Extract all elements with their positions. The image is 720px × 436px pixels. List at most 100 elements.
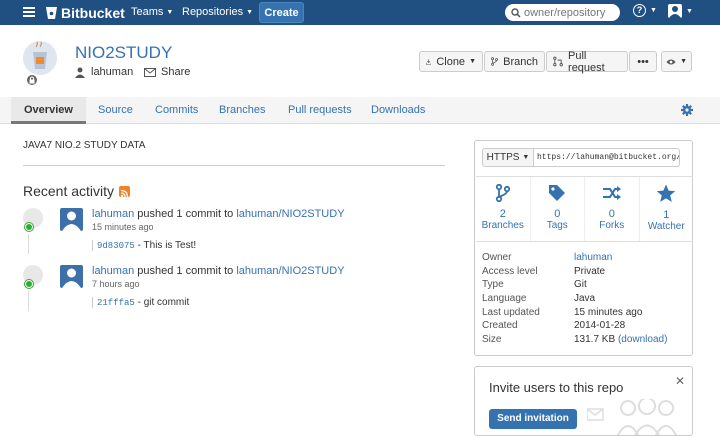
recent-activity-title: Recent activity [23, 183, 115, 199]
meta-row: Size 131.7 KB (download) [482, 334, 687, 348]
chevron-down-icon: ▼ [650, 7, 657, 14]
pull-request-button[interactable]: Pull request [546, 49, 628, 74]
search-icon [511, 7, 521, 18]
clone-url-input[interactable] [534, 148, 680, 167]
bitbucket-logo-icon [46, 6, 57, 19]
stat-number: 2 [499, 208, 506, 220]
fork-icon [602, 186, 621, 200]
chevron-down-icon: ▼ [686, 7, 693, 15]
repo-stats: 2 Branches 0 Tags 0 Forks 1 Watcher [476, 176, 693, 242]
activity-user-link[interactable]: lahuman [92, 265, 134, 277]
branch-label: Branch [503, 55, 538, 68]
user-menu[interactable]: ▼ [668, 4, 693, 18]
share-icon [144, 68, 156, 77]
meta-row: Last updated 15 minutes ago [482, 307, 687, 321]
repo-owner[interactable]: lahuman [75, 66, 133, 78]
timeline-line [28, 291, 29, 311]
tab-branches[interactable]: Branches [219, 97, 265, 124]
watch-dropdown[interactable]: ▼ [661, 51, 692, 72]
tab-pull-requests[interactable]: Pull requests [288, 97, 352, 124]
chevron-down-icon: ▼ [469, 58, 476, 65]
chevron-down-icon: ▼ [522, 154, 530, 161]
user-icon [75, 67, 85, 78]
java-cup-icon [23, 41, 57, 75]
recent-activity-heading: Recent activity [23, 183, 131, 199]
download-icon [426, 58, 432, 65]
search-box[interactable] [505, 4, 620, 21]
repositories-dropdown[interactable]: Repositories ▼ [182, 6, 253, 18]
owner-link[interactable]: lahuman [91, 66, 133, 78]
repo-header: NIO2STUDY lahuman Share Clone ▼ Branch Pu… [0, 25, 720, 97]
stat-tags[interactable]: 0 Tags [531, 177, 585, 241]
more-actions-button[interactable]: ••• [629, 51, 657, 72]
share-link[interactable]: Share [144, 66, 190, 78]
clone-label: Clone [436, 55, 466, 68]
teams-label: Teams [131, 6, 164, 18]
help-icon: ? [633, 4, 646, 17]
repo-description: JAVA7 NIO.2 STUDY DATA [23, 140, 146, 151]
clone-button[interactable]: Clone ▼ [419, 51, 483, 72]
rss-feed-icon[interactable] [119, 185, 131, 197]
eye-icon [666, 58, 676, 65]
meta-value: Java [574, 293, 596, 305]
meta-row: Type Git [482, 279, 687, 293]
stat-branches[interactable]: 2 Branches [476, 177, 531, 241]
stat-number: 1 [663, 209, 670, 221]
commit-message: - git commit [137, 297, 190, 308]
repo-name[interactable]: NIO2STUDY [75, 43, 172, 63]
meta-key: Language [482, 293, 527, 305]
stat-forks[interactable]: 0 Forks [585, 177, 640, 241]
settings-gear-icon[interactable] [681, 104, 693, 116]
commit-entry: 9d83075 - This is Test! [92, 240, 196, 251]
branch-button[interactable]: Branch [484, 51, 545, 72]
activity-user-link[interactable]: lahuman [92, 208, 134, 220]
meta-key: Last updated [482, 306, 540, 318]
meta-row: Owner lahuman [482, 252, 687, 266]
top-navigation-bar: Bitbucket Teams▼ Repositories▼ Create ?▼… [0, 0, 720, 25]
meta-value: 2014-01-28 [574, 320, 626, 332]
teams-dropdown[interactable]: Teams ▼ [131, 6, 173, 18]
stat-number: 0 [554, 208, 561, 220]
meta-value: 131.7 KB [574, 334, 616, 346]
tab-overview[interactable]: Overview [11, 97, 86, 124]
invite-users-panel: Invite users to this repo ✕ Send invitat… [474, 366, 693, 436]
bitbucket-logo[interactable]: Bitbucket [45, 4, 125, 21]
activity-repo-link[interactable]: lahuman/NIO2STUDY [236, 265, 344, 277]
close-icon[interactable]: ✕ [675, 374, 685, 388]
protocol-dropdown[interactable]: HTTPS ▼ [482, 148, 534, 167]
user-avatar[interactable] [60, 265, 83, 288]
share-label: Share [161, 66, 191, 78]
repo-avatar [23, 41, 57, 75]
menu-icon[interactable] [23, 7, 35, 17]
tab-commits[interactable]: Commits [155, 97, 198, 124]
meta-value: Git [574, 279, 587, 291]
activity-action: pushed 1 commit to [137, 265, 234, 277]
pull-request-label: Pull request [568, 49, 605, 74]
user-avatar[interactable] [60, 208, 83, 231]
meta-key: Size [482, 334, 502, 346]
download-link[interactable]: (download) [618, 334, 667, 345]
search-input[interactable] [524, 6, 616, 19]
help-dropdown[interactable]: ? ▼ [633, 4, 657, 17]
repo-metadata: Owner lahuman Access level Private Type Git… [482, 252, 687, 348]
brand-name: Bitbucket [61, 4, 125, 21]
commit-hash-link[interactable]: 21fffa5 [97, 298, 135, 308]
divider [23, 165, 445, 166]
meta-value: Private [574, 265, 606, 277]
send-invitation-button[interactable]: Send invitation [489, 409, 577, 429]
meta-value: 15 minutes ago [574, 306, 643, 318]
stat-number: 0 [608, 208, 615, 220]
push-event-icon [24, 222, 34, 232]
users-illustration-icon [587, 399, 678, 435]
repositories-label: Repositories [182, 6, 244, 18]
chevron-down-icon: ▼ [246, 9, 254, 16]
tab-source[interactable]: Source [98, 97, 133, 124]
tab-downloads[interactable]: Downloads [371, 97, 425, 124]
owner-value-link[interactable]: lahuman [574, 252, 612, 263]
repo-info-panel: HTTPS▼ 2 Branches 0 Tags 0 Forks 1 Watch… [474, 140, 693, 356]
activity-repo-link[interactable]: lahuman/NIO2STUDY [236, 208, 344, 220]
stat-watchers[interactable]: 1 Watcher [640, 177, 694, 241]
commit-hash-link[interactable]: 9d83075 [97, 241, 135, 251]
chevron-down-icon: ▼ [680, 58, 687, 65]
create-button[interactable]: Create [259, 2, 304, 23]
